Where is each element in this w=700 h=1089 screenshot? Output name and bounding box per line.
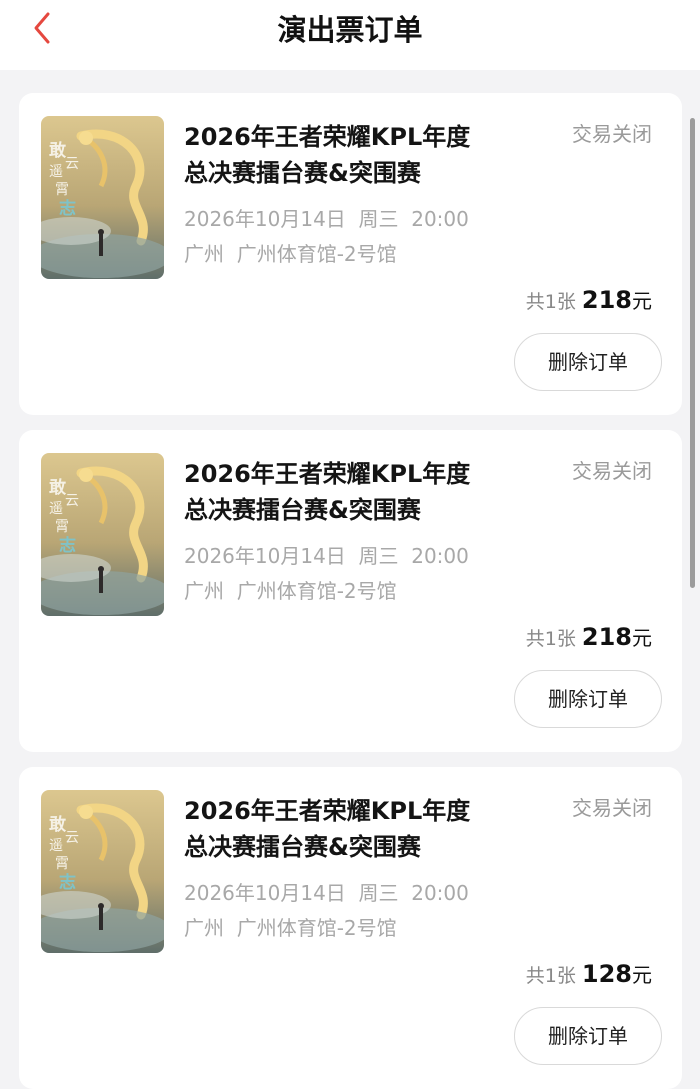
order-total: 共1张 218元: [526, 284, 652, 318]
event-title-line2: 总决赛擂台赛&突围赛: [184, 496, 421, 524]
order-card[interactable]: 敢 遥 云 霄 志 2026年王者荣耀KPL年度 总决赛擂台赛&突围赛 交易关闭…: [19, 430, 682, 752]
delete-order-button[interactable]: 删除订单: [514, 333, 662, 391]
event-title: 2026年王者荣耀KPL年度 总决赛擂台赛&突围赛: [184, 456, 514, 528]
order-card[interactable]: 敢 遥 云 霄 志 2026年王者荣耀KPL年度 总决赛擂台赛&突围赛 交易关闭…: [19, 767, 682, 1089]
order-card[interactable]: 敢 遥 云 霄 志 2026年王者荣耀KPL年度 总决赛擂台赛&突围赛 交易关闭…: [19, 93, 682, 415]
order-status: 交易关闭: [572, 459, 652, 483]
scrollbar[interactable]: [690, 118, 695, 588]
event-venue: 广州 广州体育馆-2号馆: [184, 916, 397, 940]
event-venue: 广州 广州体育馆-2号馆: [184, 242, 397, 266]
svg-text:遥: 遥: [49, 838, 63, 854]
svg-text:霄: 霄: [55, 519, 69, 535]
event-title-line1: 2026年王者荣耀KPL年度: [184, 797, 471, 825]
event-title-line2: 总决赛擂台赛&突围赛: [184, 159, 421, 187]
ticket-quantity: 共1张: [525, 628, 576, 650]
event-title-line2: 总决赛擂台赛&突围赛: [184, 833, 421, 861]
svg-text:遥: 遥: [49, 164, 63, 180]
event-datetime: 2026年10月14日 周三 20:00: [184, 544, 469, 568]
event-venue: 广州 广州体育馆-2号馆: [184, 579, 397, 603]
order-total: 共1张 218元: [526, 621, 652, 655]
delete-order-button[interactable]: 删除订单: [514, 1007, 662, 1065]
order-price: 128: [581, 960, 632, 988]
ticket-quantity: 共1张: [525, 965, 576, 987]
svg-text:志: 志: [59, 535, 76, 556]
order-status: 交易关闭: [572, 122, 652, 146]
price-unit: 元: [632, 626, 652, 650]
svg-text:遥: 遥: [49, 501, 63, 517]
price-unit: 元: [632, 963, 652, 987]
event-title: 2026年王者荣耀KPL年度 总决赛擂台赛&突围赛: [184, 119, 514, 191]
delete-order-button[interactable]: 删除订单: [514, 670, 662, 728]
svg-text:霄: 霄: [55, 182, 69, 198]
event-title: 2026年王者荣耀KPL年度 总决赛擂台赛&突围赛: [184, 793, 514, 865]
order-status: 交易关闭: [572, 796, 652, 820]
event-poster[interactable]: 敢 遥 云 霄 志: [41, 453, 164, 616]
event-datetime: 2026年10月14日 周三 20:00: [184, 207, 469, 231]
order-price: 218: [581, 286, 632, 314]
event-datetime: 2026年10月14日 周三 20:00: [184, 881, 469, 905]
price-unit: 元: [632, 289, 652, 313]
svg-text:志: 志: [59, 872, 76, 893]
order-price: 218: [581, 623, 632, 651]
svg-text:云: 云: [65, 156, 79, 172]
page-title: 演出票订单: [277, 13, 423, 47]
svg-text:霄: 霄: [55, 856, 69, 872]
event-title-line1: 2026年王者荣耀KPL年度: [184, 460, 471, 488]
ticket-quantity: 共1张: [525, 291, 576, 313]
event-poster[interactable]: 敢 遥 云 霄 志: [41, 116, 164, 279]
nav-header: 演出票订单: [0, 0, 700, 70]
event-poster[interactable]: 敢 遥 云 霄 志: [41, 790, 164, 953]
svg-text:云: 云: [65, 493, 79, 509]
svg-text:志: 志: [59, 198, 76, 219]
event-title-line1: 2026年王者荣耀KPL年度: [184, 123, 471, 151]
order-total: 共1张 128元: [526, 958, 652, 992]
svg-text:云: 云: [65, 830, 79, 846]
